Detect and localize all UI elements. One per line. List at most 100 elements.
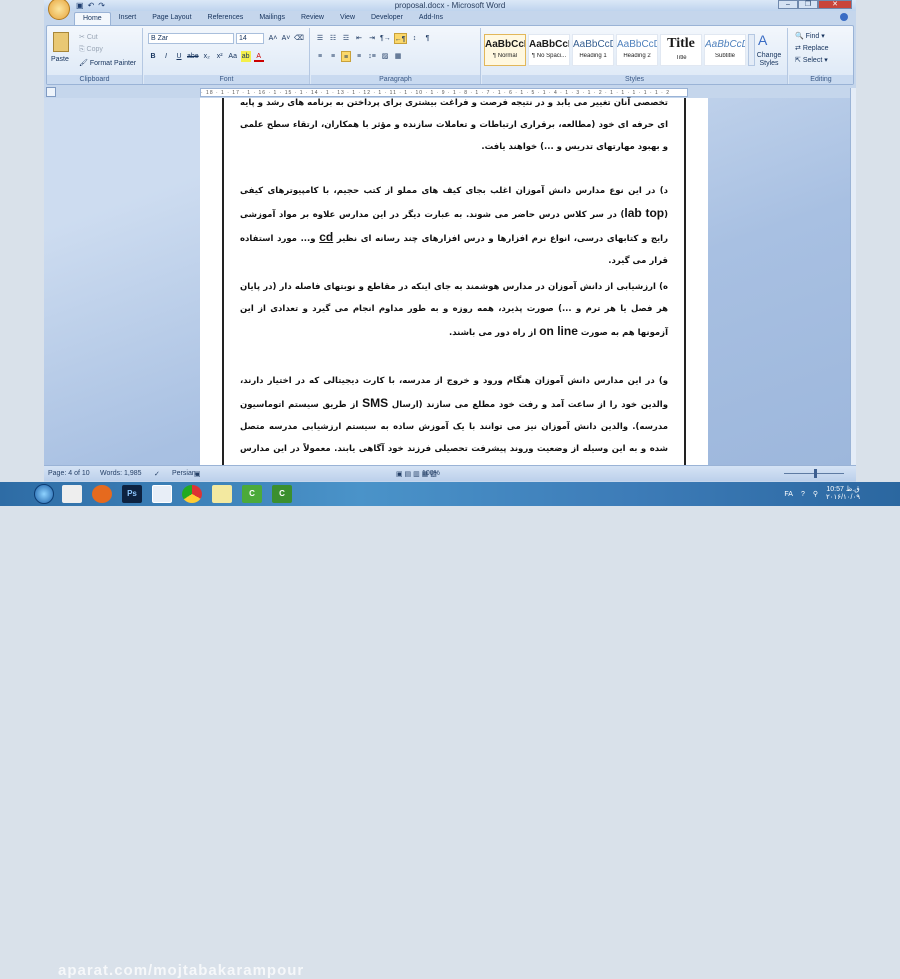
- network-icon[interactable]: ⚲: [813, 490, 818, 498]
- system-tray: FA ? ⚲ 10:57 ق.ظ ۲۰۱۶/۱۰/۰۹: [784, 486, 860, 502]
- change-styles-button[interactable]: Change Styles: [754, 52, 784, 68]
- shrink-font-icon[interactable]: A˅: [281, 33, 291, 44]
- start-button[interactable]: [34, 484, 54, 504]
- save-icon[interactable]: ▣: [76, 1, 84, 10]
- replace-button[interactable]: ⇄ Replace: [795, 44, 829, 52]
- office-button[interactable]: [48, 0, 70, 20]
- zoom-slider[interactable]: [784, 469, 844, 478]
- align-left-icon[interactable]: ≡: [315, 51, 325, 62]
- style-no-spacing[interactable]: AaBbCcDdEe ¶ No Spaci...: [528, 34, 570, 66]
- select-button[interactable]: ⇱ Select ▾: [795, 56, 828, 64]
- font-color-button[interactable]: A: [253, 51, 264, 62]
- proofing-icon[interactable]: ✓: [154, 470, 160, 478]
- sort-icon[interactable]: ↕: [410, 33, 420, 44]
- borders-icon[interactable]: ▦: [393, 51, 403, 62]
- taskbar-camtasia[interactable]: C: [272, 485, 292, 503]
- bold-button[interactable]: B: [148, 51, 158, 62]
- maximize-button[interactable]: ❐: [798, 0, 818, 9]
- font-name-select[interactable]: B Zar: [148, 33, 234, 44]
- taskbar-photoshop[interactable]: Ps: [122, 485, 142, 503]
- window-controls: – ❐ ✕: [778, 0, 852, 9]
- undo-icon[interactable]: ↶: [88, 1, 95, 10]
- word-count[interactable]: Words: 1,985: [100, 470, 142, 477]
- taskbar-firefox[interactable]: [92, 485, 112, 503]
- show-marks-icon[interactable]: ¶: [423, 33, 433, 44]
- highlight-button[interactable]: ab: [240, 51, 251, 62]
- cut-button[interactable]: ✂ Cut: [79, 33, 98, 41]
- increase-indent-icon[interactable]: ⇥: [367, 33, 377, 44]
- superscript-button[interactable]: x²: [215, 51, 225, 62]
- minimize-button[interactable]: –: [778, 0, 798, 9]
- strikethrough-button[interactable]: abe: [187, 51, 199, 62]
- ltr-icon[interactable]: ¶→: [380, 33, 391, 44]
- tab-mailings[interactable]: Mailings: [251, 12, 293, 25]
- change-styles-icon: A: [758, 32, 768, 48]
- paragraph-group: ☰ ☷ ☲ ⇤ ⇥ ¶→ ←¶ ↕ ¶ ≡ ≡ ≡ ≡ ↕≡ ▨ ▦ Paragraph: [311, 28, 481, 84]
- clear-format-icon[interactable]: ⌫: [294, 33, 304, 44]
- style-title[interactable]: Title Title: [660, 34, 702, 66]
- ruler-toggle-button[interactable]: [46, 87, 56, 97]
- italic-button[interactable]: I: [161, 51, 171, 62]
- grow-font-icon[interactable]: A˄: [268, 33, 278, 44]
- zoom-level[interactable]: 100%: [422, 470, 440, 477]
- replace-label: Replace: [802, 45, 829, 52]
- taskbar-explorer[interactable]: [62, 485, 82, 503]
- tab-add-ins[interactable]: Add-Ins: [411, 12, 451, 25]
- multilevel-list-icon[interactable]: ☲: [341, 33, 351, 44]
- vertical-scrollbar[interactable]: [850, 88, 856, 465]
- tab-review[interactable]: Review: [293, 12, 332, 25]
- tab-references[interactable]: References: [200, 12, 252, 25]
- format-painter-label: Format Painter: [89, 60, 137, 67]
- style-heading-1[interactable]: AaBbCcDdEe Heading 1: [572, 34, 614, 66]
- styles-group: AaBbCcDdEe ¶ Normal AaBbCcDdEe ¶ No Spaci.…: [482, 28, 788, 84]
- style-name: Heading 1: [579, 53, 607, 59]
- document-page[interactable]: تخصصی آنان تغییر می یابد و در نتیجه فرصت…: [200, 98, 708, 476]
- underline-button[interactable]: U: [174, 51, 184, 62]
- page-count[interactable]: Page: 4 of 10: [48, 470, 90, 477]
- clock[interactable]: 10:57 ق.ظ ۲۰۱۶/۱۰/۰۹: [826, 486, 860, 502]
- paste-button[interactable]: Paste: [51, 56, 69, 63]
- taskbar-word[interactable]: [152, 485, 172, 503]
- decrease-indent-icon[interactable]: ⇤: [354, 33, 364, 44]
- style-heading-2[interactable]: AaBbCcDdEe Heading 2: [616, 34, 658, 66]
- taskbar-notepad[interactable]: [212, 485, 232, 503]
- language-indicator[interactable]: FA: [784, 491, 793, 498]
- redo-icon[interactable]: ↷: [98, 1, 105, 10]
- language-indicator[interactable]: Persian: [172, 470, 196, 477]
- ribbon-tabs: Home Insert Page Layout References Maili…: [74, 12, 451, 25]
- help-tray-icon[interactable]: ?: [801, 491, 805, 498]
- align-center-icon[interactable]: ≡: [328, 51, 338, 62]
- taskbar-chrome[interactable]: [182, 485, 202, 503]
- style-normal[interactable]: AaBbCcDdEe ¶ Normal: [484, 34, 526, 66]
- align-right-icon[interactable]: ≡: [341, 51, 351, 62]
- change-case-button[interactable]: Aa: [228, 51, 238, 62]
- text-cd: cd: [319, 230, 334, 244]
- tab-insert[interactable]: Insert: [111, 12, 145, 25]
- line-spacing-icon[interactable]: ↕≡: [367, 51, 377, 62]
- style-subtitle[interactable]: AaBbCcDdEe Subtitle: [704, 34, 746, 66]
- style-sample: AaBbCcDdEe: [485, 39, 525, 50]
- tab-home[interactable]: Home: [74, 12, 111, 25]
- text-sms: SMS: [362, 396, 389, 410]
- numbering-icon[interactable]: ☷: [328, 33, 338, 44]
- shading-icon[interactable]: ▨: [380, 51, 390, 62]
- rtl-icon[interactable]: ←¶: [393, 33, 407, 44]
- zoom-slider-thumb[interactable]: [814, 469, 817, 478]
- tab-developer[interactable]: Developer: [363, 12, 411, 25]
- text: از راه دور می باشند.: [449, 328, 540, 338]
- justify-icon[interactable]: ≡: [354, 51, 364, 62]
- bullets-icon[interactable]: ☰: [315, 33, 325, 44]
- copy-button[interactable]: ⎘ Copy: [79, 46, 103, 54]
- help-icon[interactable]: [840, 13, 848, 21]
- font-size-buttons: A˄ A˅ ⌫: [268, 33, 304, 44]
- style-sample: AaBbCcDdEe: [529, 39, 569, 50]
- find-button[interactable]: 🔍 Find ▾: [795, 32, 825, 40]
- subscript-button[interactable]: x₂: [202, 51, 212, 62]
- format-painter-button[interactable]: 🖌 Format Painter: [79, 59, 136, 67]
- font-size-select[interactable]: 14: [236, 33, 264, 44]
- tab-page-layout[interactable]: Page Layout: [144, 12, 199, 25]
- macro-icon[interactable]: ▣: [194, 470, 201, 478]
- close-button[interactable]: ✕: [818, 0, 852, 9]
- tab-view[interactable]: View: [332, 12, 363, 25]
- taskbar-camtasia-recorder[interactable]: C: [242, 485, 262, 503]
